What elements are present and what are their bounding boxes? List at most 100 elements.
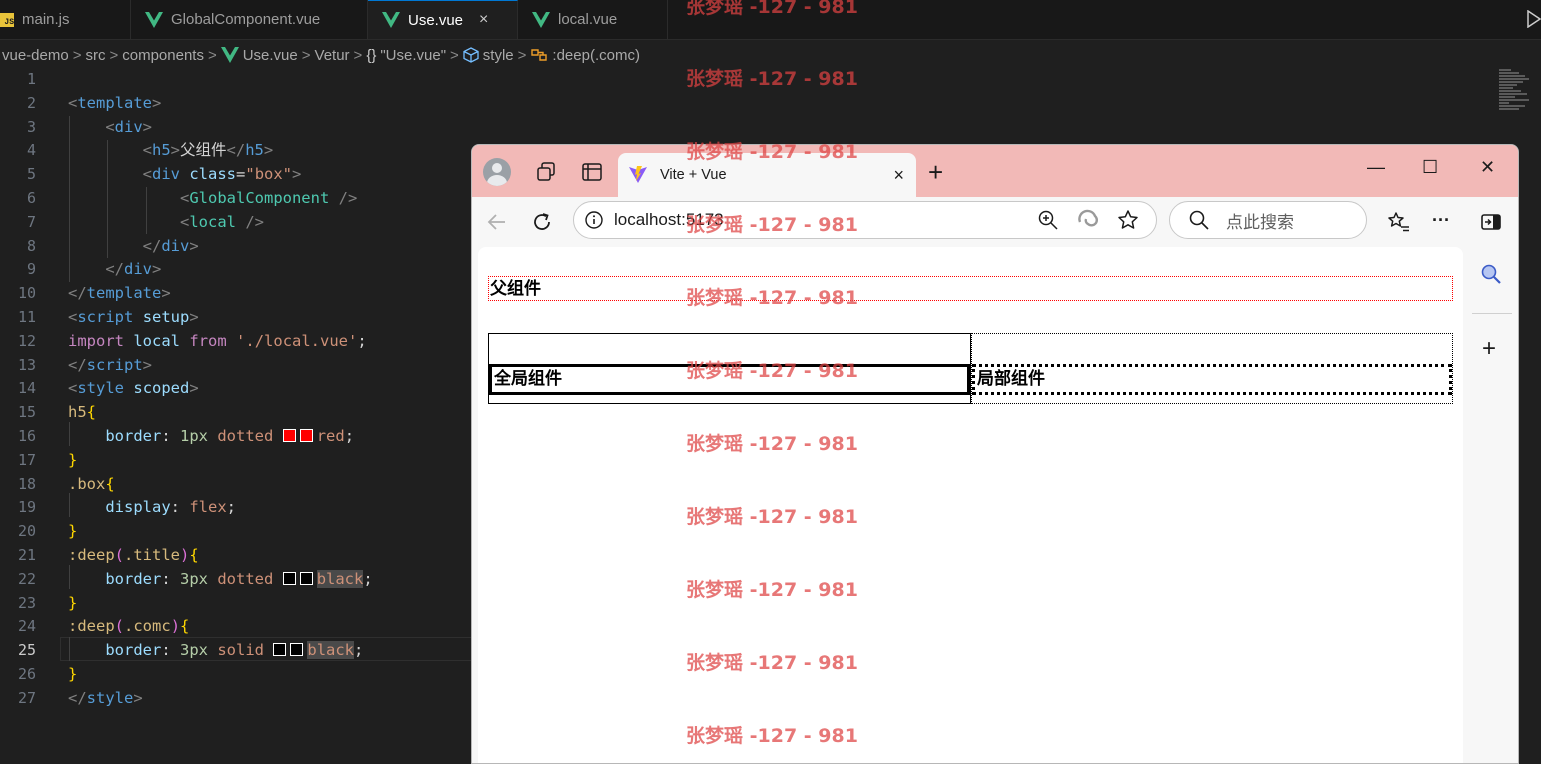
add-sidebar-app-button[interactable]: + — [1482, 337, 1496, 361]
favorite-star-icon[interactable] — [1116, 208, 1140, 232]
line-number: 5 — [26, 165, 36, 184]
workspaces-icon[interactable] — [536, 161, 558, 183]
color-swatch[interactable] — [290, 643, 304, 657]
line-number: 4 — [26, 141, 36, 160]
chevron-right-icon: > — [353, 46, 363, 64]
code-line: <div> — [105, 117, 153, 136]
code-line: <style scoped> — [68, 379, 199, 398]
line-number: 24 — [17, 617, 36, 636]
line-number: 16 — [17, 426, 36, 445]
line-number-gutter: 1 2 3 4 5 6 7 8 9 10 11 12 13 14 15 16 1… — [0, 68, 44, 711]
line-number: 23 — [17, 593, 36, 612]
breadcrumb-item[interactable]: components — [122, 47, 204, 64]
code-editor[interactable]: <template> <div> <h5>父组件</h5> <div class… — [68, 68, 373, 711]
color-swatch[interactable] — [299, 428, 313, 442]
close-icon[interactable]: × — [479, 11, 488, 29]
run-icon[interactable] — [1527, 10, 1541, 28]
code-line: </div> — [105, 260, 162, 279]
code-line: border: 1px dotted red; — [105, 426, 355, 445]
line-number: 10 — [17, 284, 36, 303]
code-line: </template> — [68, 284, 171, 303]
code-line: </style> — [68, 688, 143, 707]
breadcrumb: vue-demo > src > components > Use.vue > … — [0, 40, 1541, 70]
symbol-class-icon — [531, 49, 548, 61]
color-swatch[interactable] — [282, 571, 296, 585]
page-heading: 父组件 — [488, 276, 1453, 301]
line-number: 7 — [26, 212, 36, 231]
browser-toolbar: localhost:5173 点此搜索 ··· — [472, 197, 1518, 247]
chevron-right-icon: > — [517, 46, 527, 64]
chevron-right-icon: > — [301, 46, 311, 64]
profile-avatar[interactable] — [483, 158, 511, 186]
more-menu-icon[interactable]: ··· — [1432, 210, 1456, 234]
breadcrumb-item[interactable]: "Use.vue" — [380, 47, 446, 64]
browser-tab[interactable]: Vite + Vue × — [618, 153, 916, 197]
line-number: 21 — [17, 545, 36, 564]
window-close-button[interactable]: ✕ — [1480, 157, 1495, 178]
address-bar[interactable]: localhost:5173 — [573, 201, 1157, 239]
browser-title-bar: Vite + Vue × + — ☐ ✕ — [472, 145, 1518, 197]
code-line: :deep(.comc){ — [68, 617, 190, 636]
minimize-button[interactable]: — — [1367, 157, 1385, 178]
vue-file-icon — [220, 47, 239, 63]
code-line: <GlobalComponent /> — [179, 188, 358, 207]
back-arrow-icon[interactable] — [485, 210, 509, 234]
sidebar-toggle-icon[interactable] — [1479, 210, 1503, 234]
vue-file-icon — [145, 11, 163, 28]
read-aloud-icon[interactable] — [1076, 208, 1100, 232]
tab-actions-icon[interactable] — [581, 161, 603, 183]
search-icon[interactable] — [1480, 263, 1502, 285]
code-line: border: 3px solid black; — [105, 641, 364, 660]
tab-use-vue[interactable]: Use.vue × — [368, 0, 518, 39]
line-number: 19 — [17, 498, 36, 517]
favorites-list-icon[interactable] — [1387, 210, 1411, 234]
js-file-icon: JS — [0, 12, 14, 27]
tab-local-vue[interactable]: local.vue — [518, 0, 668, 39]
line-number: 18 — [17, 474, 36, 493]
new-tab-button[interactable]: + — [928, 159, 943, 185]
tab-main-js[interactable]: JS main.js — [0, 0, 131, 39]
close-icon[interactable]: × — [893, 165, 904, 186]
color-swatch[interactable] — [282, 428, 296, 442]
code-line: :deep(.title){ — [68, 545, 199, 564]
chevron-right-icon: > — [450, 46, 459, 64]
line-number: 2 — [26, 93, 36, 112]
breadcrumb-item[interactable]: src — [85, 47, 105, 64]
search-box[interactable]: 点此搜索 — [1169, 201, 1367, 239]
code-line: h5{ — [68, 403, 97, 422]
refresh-icon[interactable] — [530, 210, 554, 234]
line-number: 17 — [17, 450, 36, 469]
breadcrumb-item[interactable]: Vetur — [315, 47, 350, 64]
color-swatch[interactable] — [299, 571, 313, 585]
tab-globalcomponent-vue[interactable]: GlobalComponent.vue — [131, 0, 368, 39]
line-number: 13 — [17, 355, 36, 374]
zoom-in-icon[interactable] — [1036, 208, 1060, 232]
line-number: 8 — [26, 236, 36, 255]
minimap[interactable] — [1499, 68, 1535, 124]
maximize-button[interactable]: ☐ — [1422, 157, 1438, 178]
url-text: localhost:5173 — [614, 210, 724, 229]
chevron-right-icon: > — [207, 46, 217, 64]
code-line: border: 3px dotted black; — [105, 569, 373, 588]
line-number: 15 — [17, 403, 36, 422]
browser-sidebar: + — [1464, 247, 1518, 763]
braces-icon: {} — [366, 46, 377, 64]
browser-tab-title: Vite + Vue — [660, 167, 727, 183]
breadcrumb-item[interactable]: Use.vue — [243, 47, 298, 64]
breadcrumb-item[interactable]: vue-demo — [2, 47, 69, 64]
line-number: 3 — [26, 117, 36, 136]
breadcrumb-item[interactable]: style — [483, 47, 514, 64]
info-icon[interactable] — [584, 210, 604, 230]
line-number: 14 — [17, 379, 36, 398]
breadcrumb-item[interactable]: :deep(.comc) — [552, 47, 640, 64]
color-swatch[interactable] — [273, 643, 287, 657]
search-placeholder: 点此搜索 — [1226, 212, 1294, 232]
line-number: 22 — [17, 569, 36, 588]
code-line: <local /> — [179, 212, 265, 231]
global-component-title: 全局组件 — [489, 364, 970, 395]
line-number: 9 — [26, 260, 36, 279]
code-line: } — [68, 522, 78, 541]
vue-file-icon — [532, 11, 550, 28]
web-page-content: 父组件 全局组件 局部组件 — [478, 247, 1463, 763]
tab-label: GlobalComponent.vue — [171, 11, 321, 28]
